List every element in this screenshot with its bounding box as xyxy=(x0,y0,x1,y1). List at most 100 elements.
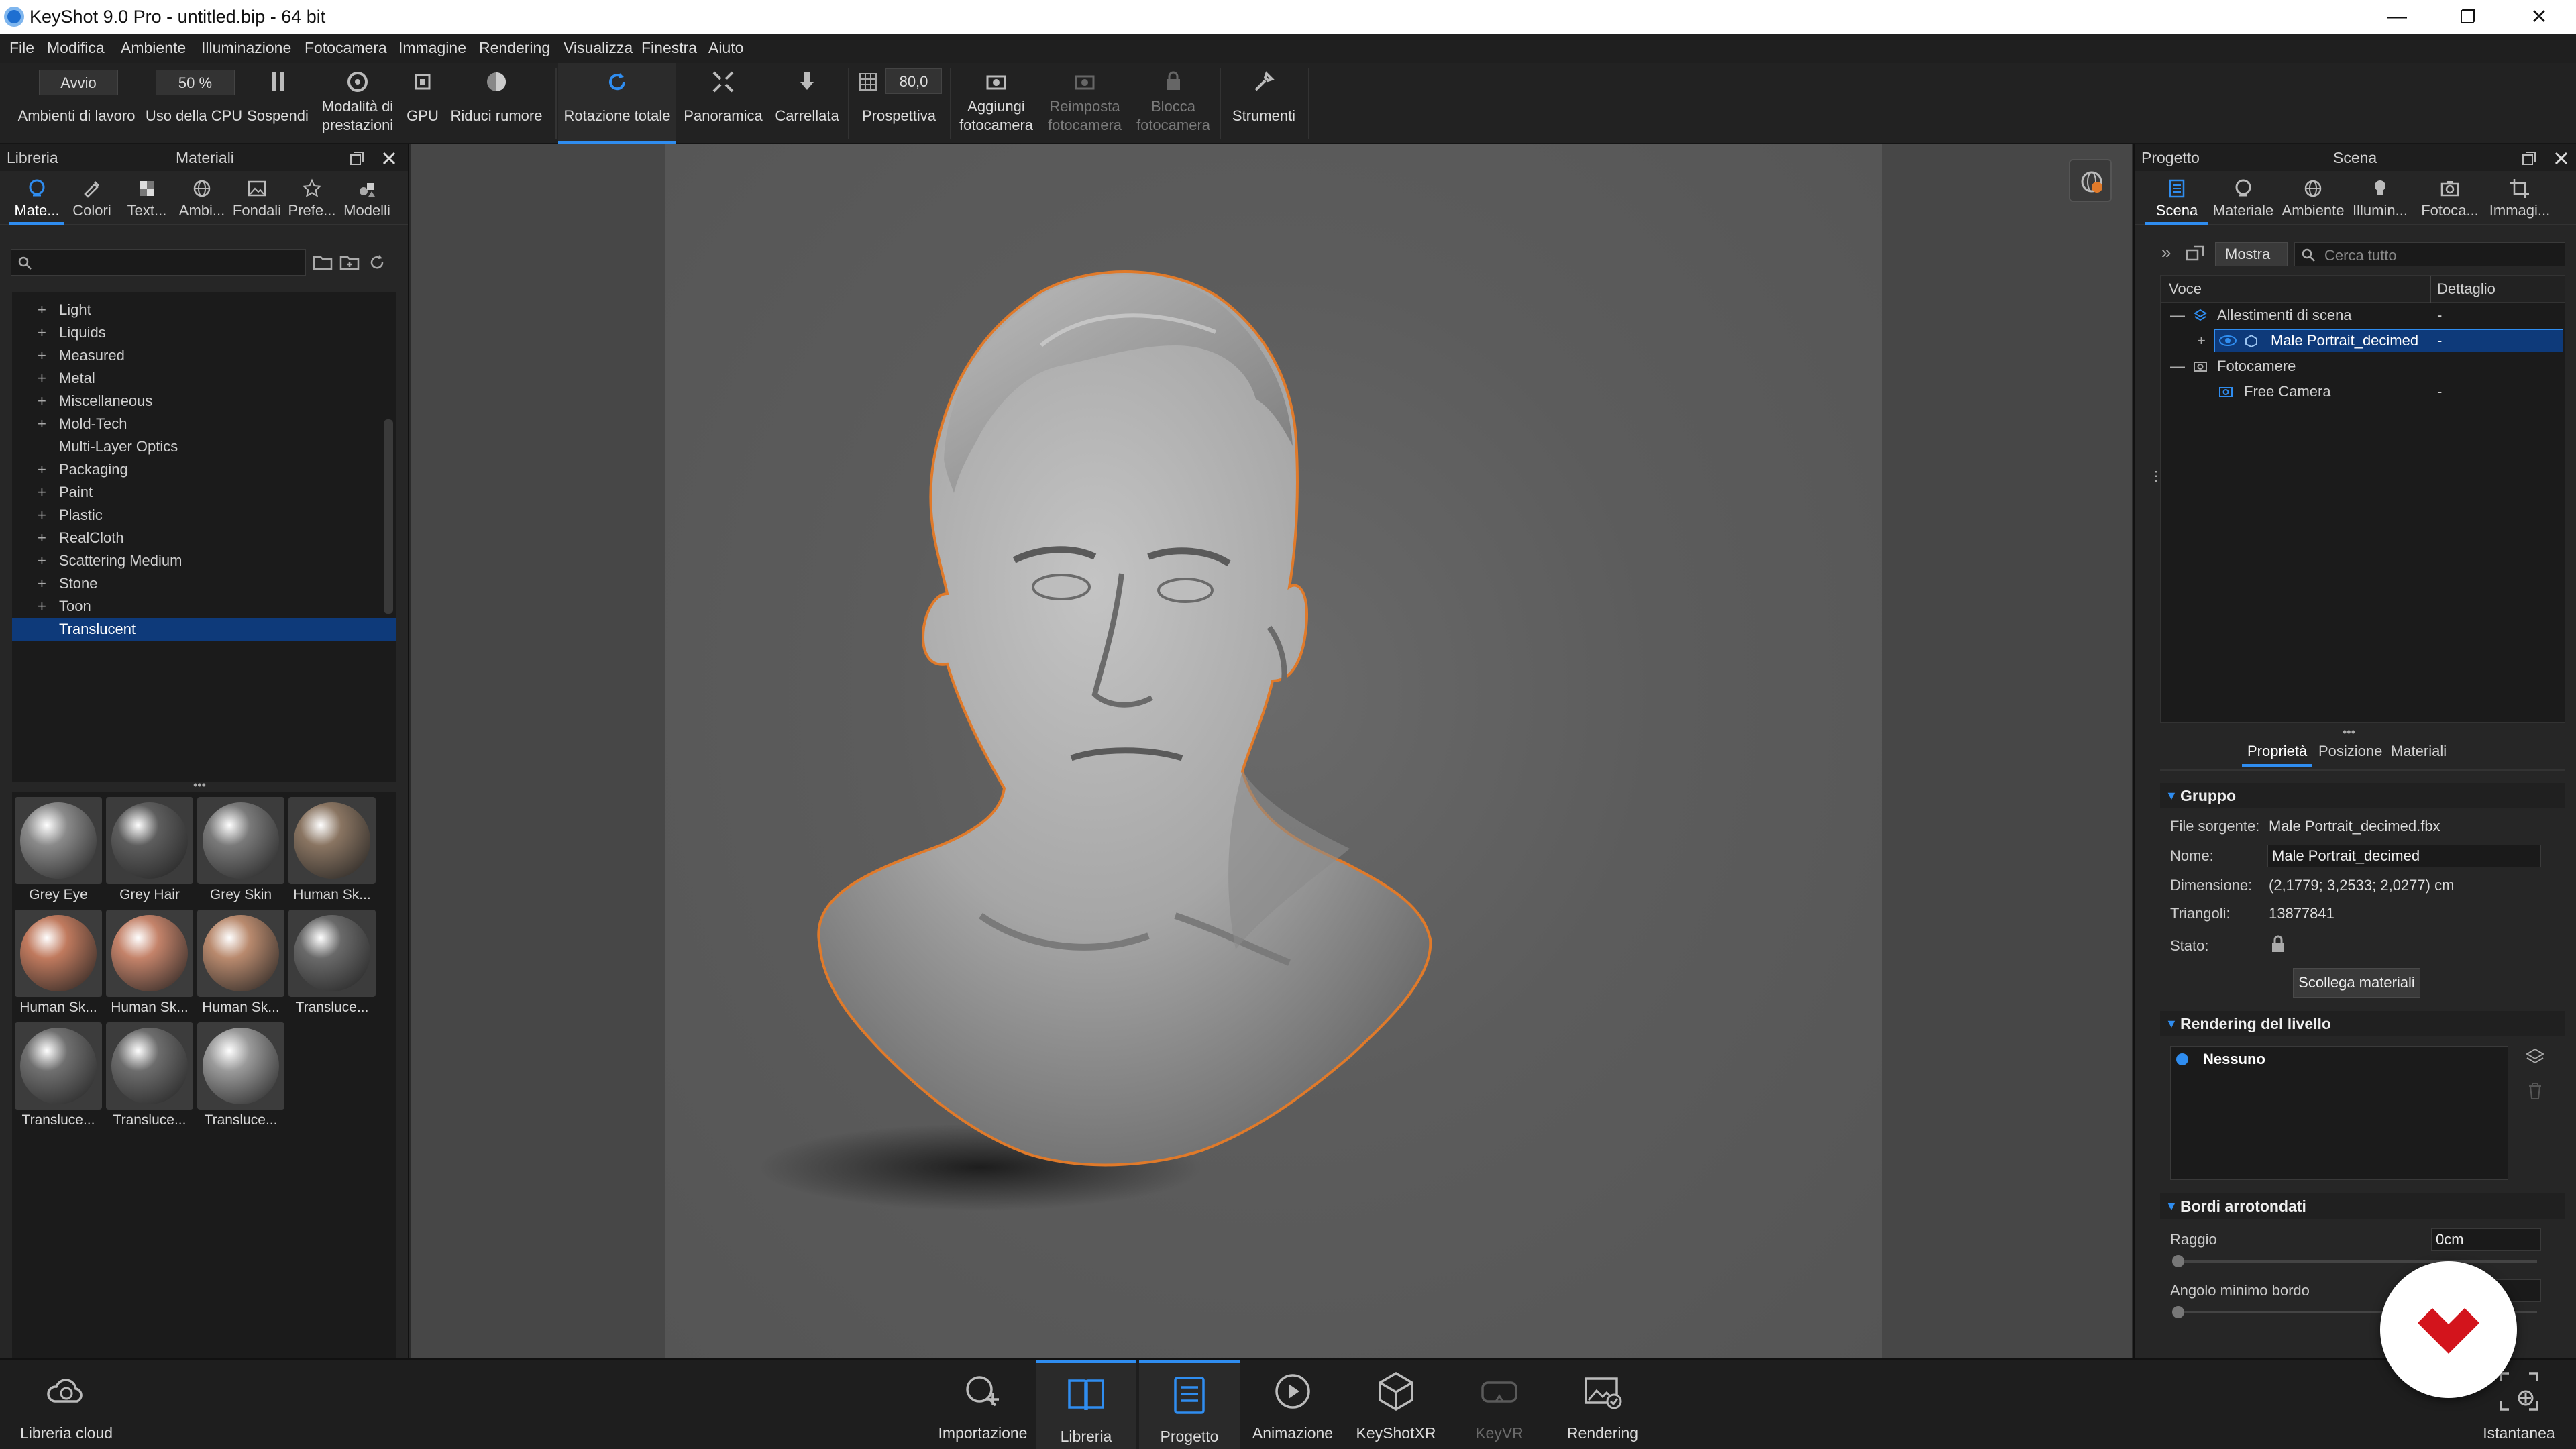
close-panel-icon[interactable] xyxy=(381,150,397,166)
lock-icon[interactable] xyxy=(2270,934,2286,953)
expand-icon[interactable]: + xyxy=(38,572,46,595)
undock-icon[interactable] xyxy=(2521,150,2537,166)
tab-textures[interactable]: Text... xyxy=(119,171,174,225)
close-panel-icon[interactable] xyxy=(2553,150,2569,166)
menu-rendering[interactable]: Rendering xyxy=(479,39,550,57)
visibility-eye-icon[interactable] xyxy=(2218,334,2237,347)
group-section-header[interactable]: ▼ Gruppo xyxy=(2160,783,2565,808)
denoise-button[interactable]: Riduci rumore xyxy=(443,63,550,144)
collapse-icon[interactable]: — xyxy=(2170,303,2185,328)
tree-item[interactable]: + Light xyxy=(12,299,396,321)
tree-item[interactable]: Multi-Layer Optics xyxy=(12,435,396,458)
minimize-button[interactable]: — xyxy=(2360,0,2434,34)
tree-scrollbar[interactable] xyxy=(384,419,393,614)
lock-camera-button[interactable]: Blocca fotocamera xyxy=(1130,63,1217,144)
panel-resize-handle[interactable]: ⋮ xyxy=(2149,470,2163,500)
add-folder-icon[interactable] xyxy=(339,253,360,272)
library-search-input[interactable] xyxy=(11,249,306,276)
pause-button[interactable]: Sospendi xyxy=(244,63,311,144)
tab-backplates[interactable]: Fondali xyxy=(229,171,284,225)
material-thumbnail[interactable]: Grey Hair xyxy=(106,797,193,908)
keyvr-button[interactable]: KeyVR xyxy=(1449,1360,1550,1449)
tab-favorites[interactable]: Prefe... xyxy=(284,171,339,225)
tumble-button[interactable]: Rotazione totale xyxy=(558,63,676,144)
tools-button[interactable]: Strumenti xyxy=(1222,63,1305,144)
tab-models[interactable]: Modelli xyxy=(339,171,394,225)
layer-none-label[interactable]: Nessuno xyxy=(2203,1051,2265,1068)
expand-icon[interactable]: + xyxy=(38,367,46,390)
close-button[interactable]: ✕ xyxy=(2502,0,2576,34)
menu-file[interactable]: File xyxy=(9,39,34,57)
expand-icon[interactable]: + xyxy=(38,344,46,367)
expand-icon[interactable]: + xyxy=(2197,328,2206,354)
tab-properties[interactable]: Proprietà xyxy=(2242,743,2313,767)
material-thumbnail[interactable]: Grey Skin xyxy=(197,797,284,908)
name-field[interactable]: Male Portrait_decimed xyxy=(2267,845,2541,867)
layer-radio[interactable] xyxy=(2176,1053,2188,1065)
tab-image[interactable]: Immagi... xyxy=(2485,171,2555,225)
reset-camera-button[interactable]: Reimposta fotocamera xyxy=(1041,63,1128,144)
expand-icon[interactable]: + xyxy=(38,481,46,504)
bust-render[interactable] xyxy=(665,144,1882,1358)
rounded-edges-section-header[interactable]: ▼ Bordi arrotondati xyxy=(2160,1193,2565,1219)
expand-icon[interactable]: + xyxy=(38,504,46,527)
tab-environment[interactable]: Ambiente xyxy=(2278,171,2348,225)
workspace-select[interactable]: Avvio xyxy=(39,70,118,95)
menu-ambiente[interactable]: Ambiente xyxy=(121,39,186,57)
add-layer-icon[interactable] xyxy=(2525,1047,2545,1067)
tab-scene[interactable]: Scena xyxy=(2145,171,2208,225)
tree-row-free-camera[interactable]: Free Camera - xyxy=(2161,379,2565,405)
tab-material[interactable]: Materiale xyxy=(2208,171,2278,225)
expand-icon[interactable]: + xyxy=(38,595,46,618)
tree-item[interactable]: + Liquids xyxy=(12,321,396,344)
tree-item[interactable]: + Toon xyxy=(12,595,396,618)
expand-chevron-icon[interactable]: » xyxy=(2161,242,2171,263)
material-thumbnail[interactable]: Transluce... xyxy=(15,1022,102,1134)
expand-icon[interactable]: + xyxy=(38,390,46,413)
tab-materials-list[interactable]: Materiali xyxy=(2391,743,2447,760)
menu-aiuto[interactable]: Aiuto xyxy=(708,39,743,57)
expand-icon[interactable]: + xyxy=(38,299,46,321)
tab-lighting[interactable]: Illumin... xyxy=(2345,171,2415,225)
tree-item[interactable]: + RealCloth xyxy=(12,527,396,549)
material-thumbnail[interactable]: Human Sk... xyxy=(106,910,193,1021)
render-layer-section-header[interactable]: ▼ Rendering del livello xyxy=(2160,1011,2565,1036)
menu-finestra[interactable]: Finestra xyxy=(641,39,697,57)
expand-icon[interactable]: + xyxy=(38,527,46,549)
project-toggle-button[interactable]: Progetto xyxy=(1139,1360,1240,1449)
expand-icon[interactable]: + xyxy=(38,549,46,572)
cloud-library-button[interactable]: Libreria cloud xyxy=(16,1360,117,1449)
pan-button[interactable]: Panoramica xyxy=(678,63,769,144)
tab-position[interactable]: Posizione xyxy=(2318,743,2382,760)
tab-materials[interactable]: Mate... xyxy=(9,171,64,225)
scene-tools-icon[interactable] xyxy=(2184,244,2206,264)
tree-row-cameras[interactable]: — Fotocamere xyxy=(2161,354,2565,379)
splitter-handle[interactable]: ••• xyxy=(193,779,215,791)
tree-item[interactable]: + Mold-Tech xyxy=(12,413,396,435)
radius-field[interactable]: 0cm xyxy=(2431,1228,2541,1251)
maximize-button[interactable]: ❐ xyxy=(2431,0,2505,34)
dolly-button[interactable]: Carrellata xyxy=(769,63,845,144)
tree-item[interactable]: + Scattering Medium xyxy=(12,549,396,572)
min-angle-slider-handle[interactable] xyxy=(2172,1306,2184,1318)
perspective-field[interactable]: 80,0 xyxy=(885,68,942,94)
menu-visualizza[interactable]: Visualizza xyxy=(564,39,633,57)
camera-sync-button[interactable] xyxy=(2069,159,2112,202)
show-dropdown[interactable]: Mostra xyxy=(2215,242,2288,266)
tree-item[interactable]: + Measured xyxy=(12,344,396,367)
tree-row-male-portrait[interactable]: + Male Portrait_decimed - xyxy=(2161,328,2565,354)
menu-fotocamera[interactable]: Fotocamera xyxy=(305,39,387,57)
trash-icon[interactable] xyxy=(2526,1081,2544,1101)
radius-slider-handle[interactable] xyxy=(2172,1255,2184,1267)
menu-modifica[interactable]: Modifica xyxy=(47,39,105,57)
expand-icon[interactable]: + xyxy=(38,458,46,481)
tree-item[interactable]: + Stone xyxy=(12,572,396,595)
cpu-select[interactable]: 50 % xyxy=(156,70,235,95)
refresh-icon[interactable] xyxy=(368,253,386,272)
gpu-button[interactable]: GPU xyxy=(402,63,443,144)
material-thumbnail[interactable]: Transluce... xyxy=(288,910,376,1021)
add-camera-button[interactable]: Aggiungi fotocamera xyxy=(953,63,1040,144)
menu-immagine[interactable]: Immagine xyxy=(398,39,466,57)
splitter-handle[interactable]: ••• xyxy=(2343,726,2355,738)
menu-illuminazione[interactable]: Illuminazione xyxy=(201,39,291,57)
